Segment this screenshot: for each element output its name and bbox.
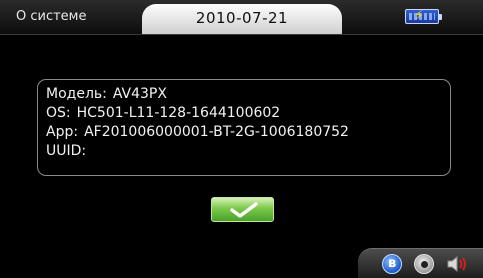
system-info-panel: Модель: AV43PX OS: HC501-L11-128-164410060… xyxy=(37,79,451,176)
ok-button[interactable] xyxy=(211,197,274,222)
uuid-row: UUID: xyxy=(46,142,442,161)
os-value: HC501-L11-128-1644100602 xyxy=(76,105,281,121)
date-display: 2010-07-21 xyxy=(142,4,342,34)
top-bar: О системе 2010-07-21 ⚡ xyxy=(0,0,483,35)
os-label: OS: xyxy=(46,105,71,121)
checkmark-icon xyxy=(230,202,258,218)
bottom-tray: ʙ xyxy=(358,248,483,278)
camera-icon[interactable] xyxy=(414,254,434,274)
model-row: Модель: AV43PX xyxy=(46,85,442,104)
model-label: Модель: xyxy=(46,86,107,102)
charging-bolt-icon: ⚡ xyxy=(414,8,424,24)
app-row: App: AF201006000001-BT-2G-1006180752 xyxy=(46,123,442,142)
bluetooth-icon[interactable]: ʙ xyxy=(382,254,402,274)
app-value: AF201006000001-BT-2G-1006180752 xyxy=(84,124,349,140)
uuid-label: UUID: xyxy=(46,143,87,159)
os-row: OS: HC501-L11-128-1644100602 xyxy=(46,104,442,123)
model-value: AV43PX xyxy=(112,86,167,102)
app-label: App: xyxy=(46,124,79,140)
battery-charging-icon: ⚡ xyxy=(405,8,442,24)
system-info-screen: О системе 2010-07-21 ⚡ Модель: AV43PX OS:… xyxy=(0,0,483,278)
screen-title[interactable]: О системе xyxy=(6,5,96,29)
speaker-icon[interactable] xyxy=(446,254,466,274)
